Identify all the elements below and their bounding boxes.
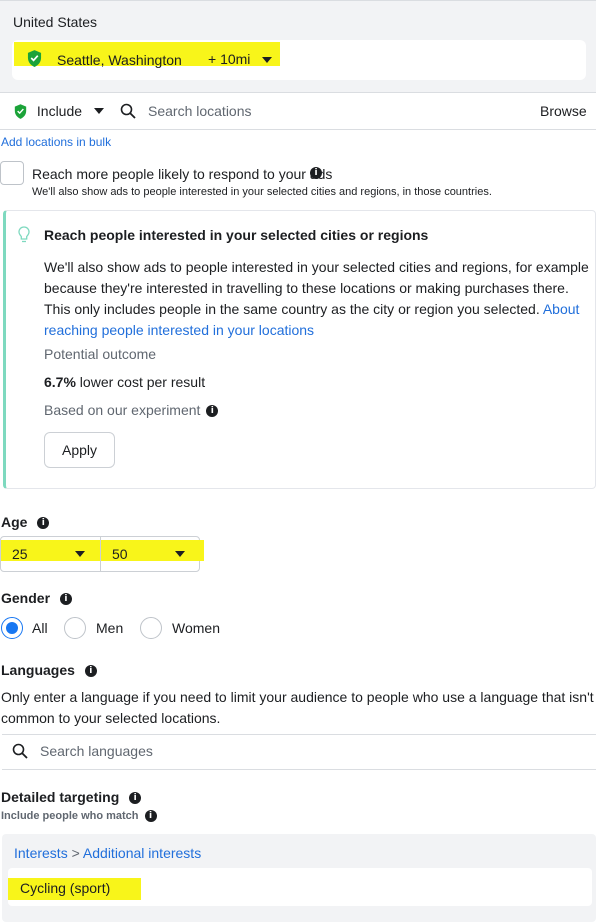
info-icon[interactable]: i [37, 517, 50, 530]
languages-heading: Languages i [1, 662, 97, 678]
age-min-dropdown[interactable]: 25 [12, 546, 92, 562]
reach-more-checkbox[interactable] [0, 161, 24, 185]
include-shield-icon [14, 103, 27, 119]
info-icon[interactable]: i [310, 167, 322, 179]
suggestion-title: Reach people interested in your selected… [44, 227, 429, 243]
search-locations-input[interactable]: Search locations [148, 103, 252, 119]
suggestion-body: We'll also show ads to people interested… [44, 259, 589, 338]
info-icon[interactable]: i [59, 593, 72, 606]
breadcrumb-interests[interactable]: Interests [14, 845, 68, 861]
selected-interest[interactable]: Cycling (sport) [20, 880, 110, 896]
detailed-targeting-heading: Detailed targeting i [1, 789, 142, 805]
add-locations-bulk-link[interactable]: Add locations in bulk [1, 135, 111, 149]
country-label: United States [13, 14, 98, 30]
age-divider [100, 536, 101, 572]
lightbulb-icon [18, 226, 30, 247]
targeting-breadcrumb: Interests > Additional interests [14, 845, 201, 861]
languages-help: Only enter a language if you need to lim… [1, 689, 594, 726]
include-dropdown[interactable]: Include [14, 102, 104, 119]
chevron-down-icon [75, 551, 85, 557]
breadcrumb-additional-interests[interactable]: Additional interests [83, 845, 201, 861]
selected-city: Seattle, Washington [57, 52, 182, 68]
include-label: Include [36, 103, 83, 120]
radius-dropdown[interactable]: + 10mi [208, 51, 273, 67]
chevron-down-icon [93, 108, 104, 115]
gender-heading: Gender i [1, 590, 72, 606]
info-icon[interactable]: i [144, 810, 157, 823]
search-icon [12, 743, 28, 762]
age-max-dropdown[interactable]: 50 [112, 546, 192, 562]
outcome-value: 6.7% lower cost per result [44, 374, 206, 390]
age-heading: Age i [1, 514, 50, 530]
reach-more-label: Reach more people likely to respond to y… [32, 166, 333, 182]
browse-button[interactable]: Browse [540, 103, 587, 119]
search-icon [120, 103, 136, 122]
reach-more-sublabel: We'll also show ads to people interested… [32, 186, 492, 198]
gender-label-all: All [32, 620, 48, 636]
search-languages-input[interactable]: Search languages [40, 743, 153, 759]
gender-label-men: Men [96, 620, 124, 636]
info-icon[interactable]: i [84, 665, 97, 678]
include-people-label: Include people who match i [1, 810, 157, 823]
radius-value: + 10mi [208, 51, 251, 67]
breadcrumb-separator: > [71, 845, 80, 861]
gender-radio-all[interactable] [1, 617, 23, 639]
chevron-down-icon [262, 57, 273, 64]
chevron-down-icon [175, 551, 185, 557]
gender-label-women: Women [172, 620, 220, 636]
experiment-label: Based on our experiment i [44, 402, 219, 418]
info-icon[interactable]: i [206, 405, 219, 418]
apply-button[interactable]: Apply [44, 432, 115, 468]
info-icon[interactable]: i [129, 792, 142, 805]
gender-radio-women[interactable] [140, 617, 162, 639]
gender-radio-men[interactable] [64, 617, 86, 639]
location-pin-icon [27, 49, 42, 67]
outcome-label: Potential outcome [44, 346, 157, 362]
